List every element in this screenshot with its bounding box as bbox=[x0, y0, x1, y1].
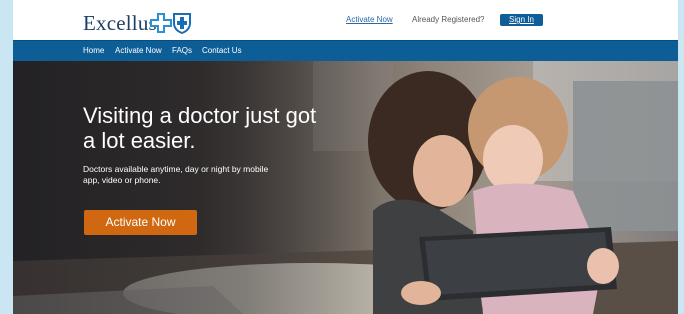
hero-subtext: Doctors available anytime, day or night … bbox=[83, 164, 269, 185]
nav-item-activate-now[interactable]: Activate Now bbox=[115, 46, 162, 55]
blue-shield-icon bbox=[173, 13, 191, 34]
sign-in-button[interactable]: Sign In bbox=[500, 14, 543, 26]
main-nav: Home Activate Now FAQs Contact Us bbox=[13, 40, 678, 62]
blue-cross-icon bbox=[150, 13, 172, 33]
activate-now-button[interactable]: Activate Now bbox=[84, 210, 197, 235]
page-frame: Excellus Activate Now Already Registered… bbox=[13, 0, 678, 314]
hero-headline: Visiting a doctor just got a lot easier. bbox=[83, 103, 317, 153]
nav-item-contact-us[interactable]: Contact Us bbox=[202, 46, 242, 55]
hero-overlay bbox=[13, 61, 678, 314]
activate-now-link[interactable]: Activate Now bbox=[346, 15, 393, 24]
hero-banner: Visiting a doctor just got a lot easier.… bbox=[13, 61, 678, 314]
site-header: Excellus Activate Now Already Registered… bbox=[13, 0, 678, 40]
already-registered-text: Already Registered? bbox=[412, 15, 485, 24]
nav-item-faqs[interactable]: FAQs bbox=[172, 46, 192, 55]
nav-item-home[interactable]: Home bbox=[83, 46, 104, 55]
logo-text[interactable]: Excellus bbox=[83, 11, 157, 36]
